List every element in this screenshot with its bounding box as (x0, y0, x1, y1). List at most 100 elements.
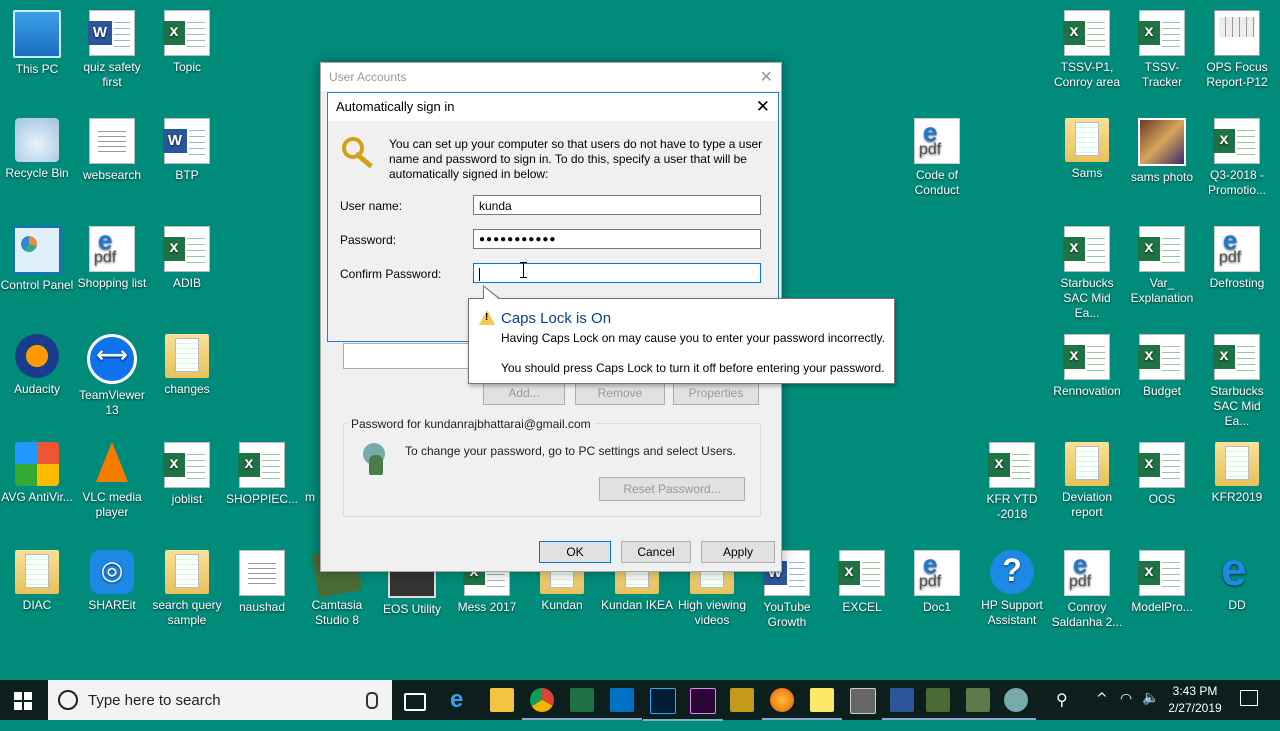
excel-file-icon (1138, 334, 1185, 380)
desktop-icon-code-of-conduct[interactable]: Code of Conduct (900, 117, 974, 198)
excel-file-icon (163, 442, 210, 488)
confirm-password-field[interactable] (473, 263, 761, 283)
auto-sign-in-close-icon[interactable]: ✕ (756, 97, 770, 117)
desktop-icon-diac[interactable]: DIAC (0, 550, 74, 613)
desktop-icon-vlc[interactable]: VLC media player (75, 442, 149, 520)
vlc-icon (90, 442, 134, 486)
desktop-icon-this-pc[interactable]: This PC (0, 10, 74, 77)
desktop-icon-budget[interactable]: Budget (1125, 334, 1199, 399)
folder-icon (300, 442, 320, 486)
desktop-icon-var-explanation[interactable]: Var_ Explanation (1125, 226, 1199, 306)
edge-icon[interactable]: e (450, 686, 474, 713)
desktop-icon-audacity[interactable]: Audacity (0, 334, 74, 397)
text-caret (479, 268, 480, 282)
desktop-icon-dd[interactable]: DD (1200, 542, 1274, 613)
properties-button[interactable]: Properties (673, 381, 759, 405)
desktop-icon-websearch[interactable]: websearch (75, 118, 149, 183)
desktop-icon-hp-support[interactable]: HP Support Assistant (975, 550, 1049, 628)
apply-button[interactable]: Apply (701, 541, 775, 563)
photoshop-icon[interactable] (643, 688, 683, 721)
desktop-icon-q3-2018[interactable]: Q3-2018 -Promotio... (1200, 118, 1274, 198)
desktop-icon-rennovation[interactable]: Rennovation (1050, 334, 1124, 399)
calculator-icon[interactable] (850, 688, 876, 714)
taskbar-search-box[interactable]: Type here to search (48, 680, 392, 720)
app-icon[interactable] (918, 688, 958, 720)
clock-date: 2/27/2019 (1168, 701, 1222, 715)
pdf-icon (914, 549, 960, 596)
desktop-icon-joblist[interactable]: joblist (150, 442, 224, 507)
desktop-icon-conroy[interactable]: Conroy Saldanha 2... (1050, 549, 1124, 630)
desktop-icon-changes[interactable]: changes (150, 334, 224, 397)
pdf-icon (1064, 549, 1110, 596)
task-view-icon[interactable] (404, 693, 426, 711)
taskbar-clock[interactable]: 3:43 PM 2/27/2019 (1160, 683, 1230, 717)
wifi-icon[interactable]: ◠ (1120, 691, 1132, 731)
app-icon[interactable] (958, 688, 998, 720)
caps-lock-title: Caps Lock is On (501, 310, 612, 327)
word-icon[interactable] (882, 688, 922, 720)
desktop-icon-search-query[interactable]: search query sample (150, 550, 224, 628)
microphone-icon[interactable] (366, 692, 378, 709)
user-accounts-close-icon[interactable]: ✕ (760, 67, 773, 86)
photo-icon (1138, 118, 1186, 166)
password-field[interactable]: ●●●●●●●●●●● (473, 229, 761, 249)
desktop-icon-topic[interactable]: Topic (150, 10, 224, 75)
ok-button[interactable]: OK (539, 541, 611, 563)
volume-icon[interactable]: 🔈 (1142, 690, 1159, 730)
tooltip-pointer-fill (484, 287, 500, 300)
desktop-icon-oos[interactable]: OOS (1125, 442, 1199, 507)
desktop-icon-doc1[interactable]: Doc1 (900, 549, 974, 615)
start-windows-icon[interactable] (14, 692, 32, 710)
folder-icon (1215, 442, 1259, 486)
username-field[interactable]: kunda (473, 195, 761, 215)
desktop-icon-starbucks-1[interactable]: Starbucks SAC Mid Ea... (1050, 226, 1124, 321)
cancel-button[interactable]: Cancel (621, 541, 691, 563)
people-icon[interactable]: ⚲ (1056, 690, 1068, 730)
reset-password-button[interactable]: Reset Password... (599, 477, 745, 501)
excel-icon[interactable] (562, 688, 602, 720)
desktop-icon-shoppiec[interactable]: SHOPPIEC... (225, 442, 299, 507)
chevron-up-icon[interactable]: ^ (1096, 691, 1108, 731)
desktop-icon-control-panel[interactable]: Control Panel (0, 226, 74, 293)
desktop-icon-shopping-list[interactable]: Shopping list (75, 225, 149, 291)
desktop-icon-modelpro[interactable]: ModelPro... (1125, 550, 1199, 615)
user-accounts-icon[interactable] (996, 688, 1036, 720)
clock-time: 3:43 PM (1172, 684, 1218, 698)
desktop-icon-ops-focus[interactable]: OPS Focus Report-P12 (1200, 10, 1274, 90)
username-label: User name: (340, 199, 403, 213)
avg-icon (15, 442, 59, 486)
add-user-button[interactable]: Add... (483, 381, 565, 405)
file-explorer-icon[interactable] (490, 688, 514, 712)
desktop-icon-sams-photo[interactable]: sams photo (1125, 118, 1199, 185)
premiere-icon[interactable] (683, 688, 723, 721)
sticky-notes-icon[interactable] (802, 688, 842, 720)
desktop-icon-starbucks-2[interactable]: Starbucks SAC Mid Ea... (1200, 334, 1274, 429)
desktop-icon-quiz[interactable]: quiz safety first (75, 10, 149, 90)
app-icon[interactable] (730, 688, 754, 712)
desktop-icon-kfr-ytd[interactable]: KFR YTD -2018 (975, 442, 1049, 522)
desktop-icon-m[interactable]: m (300, 442, 320, 505)
excel-file-icon (1213, 118, 1260, 164)
outlook-icon[interactable] (602, 688, 642, 720)
desktop-icon-sams[interactable]: Sams (1050, 118, 1124, 181)
excel-file-icon (1138, 10, 1185, 56)
desktop-icon-teamviewer[interactable]: TeamViewer 13 (75, 334, 149, 418)
chrome-icon[interactable] (522, 688, 562, 720)
desktop-icon-deviation-report[interactable]: Deviation report (1050, 442, 1124, 520)
confirm-password-label: Confirm Password: (340, 267, 442, 281)
desktop-icon-naushad[interactable]: naushad (225, 550, 299, 615)
desktop-icon-defrosting[interactable]: Defrosting (1200, 225, 1274, 291)
action-center-icon[interactable] (1240, 690, 1258, 706)
desktop-icon-avg[interactable]: AVG AntiVir... (0, 442, 74, 505)
desktop-icon-tssv-p1[interactable]: TSSV-P1, Conroy area (1050, 10, 1124, 90)
desktop-icon-kfr2019[interactable]: KFR2019 (1200, 442, 1274, 505)
remove-user-button[interactable]: Remove (575, 381, 665, 405)
desktop-icon-adib[interactable]: ADIB (150, 226, 224, 291)
desktop-icon-shareit[interactable]: SHAREit (75, 550, 149, 613)
desktop-icon-btp[interactable]: BTP (150, 118, 224, 183)
document-icon (239, 550, 285, 596)
desktop-icon-excel[interactable]: EXCEL (825, 550, 899, 615)
desktop-icon-tssv-tracker[interactable]: TSSV-Tracker (1125, 10, 1199, 90)
desktop-icon-recycle-bin[interactable]: Recycle Bin (0, 118, 74, 181)
firefox-icon[interactable] (762, 688, 802, 720)
